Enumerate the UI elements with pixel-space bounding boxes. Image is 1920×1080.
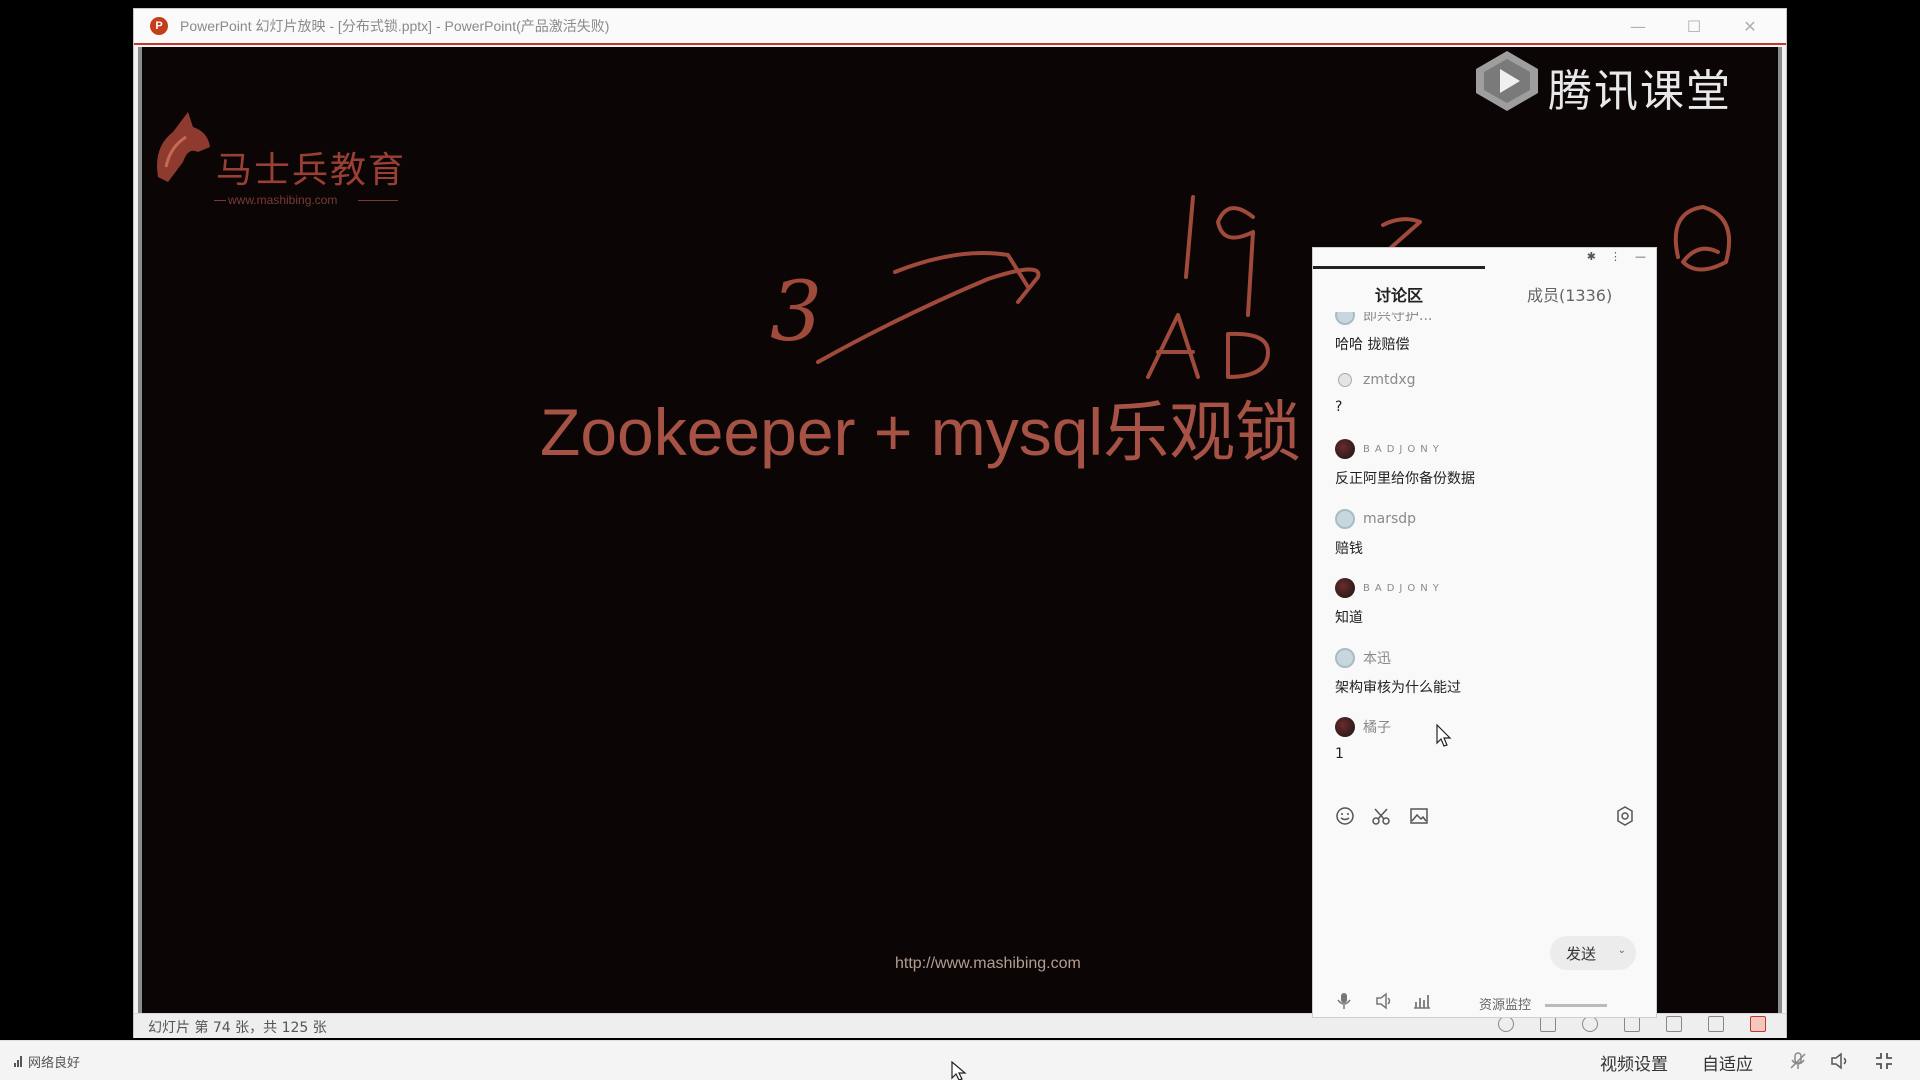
chat-bottom-bar: 资源监控 — [1313, 988, 1656, 1016]
message-text: 赔钱 — [1335, 541, 1363, 557]
previous-slide-icon[interactable] — [1498, 1016, 1514, 1032]
resource-monitor-bar — [1545, 1004, 1607, 1007]
chat-tabs: 讨论区 成员(1336) — [1313, 278, 1656, 308]
chat-input-toolbar — [1335, 806, 1635, 830]
slide-counter: 幻灯片 第 74 张，共 125 张 — [148, 1020, 327, 1036]
slide-sorter-icon[interactable] — [1666, 1016, 1682, 1032]
screen: P PowerPoint 幻灯片放映 - [分布式锁.pptx] - Power… — [0, 0, 1920, 1080]
send-label: 发送 — [1566, 944, 1597, 963]
message-author[interactable]: zmtdxg — [1363, 372, 1416, 388]
chat-topbar-indicator — [1313, 266, 1485, 269]
chat-message: marsdp 赔钱 — [1335, 508, 1635, 558]
message-text: ? — [1335, 399, 1343, 415]
view-controls — [1498, 1016, 1766, 1032]
volume-icon[interactable] — [1830, 1051, 1850, 1071]
message-header: BADJONY — [1335, 577, 1635, 599]
chat-message: BADJONY 知道 — [1335, 577, 1635, 627]
microphone-muted-icon[interactable] — [1788, 1051, 1808, 1071]
avatar[interactable] — [1338, 373, 1352, 387]
next-slide-icon[interactable] — [1582, 1016, 1598, 1032]
message-author[interactable]: 橘子 — [1363, 717, 1391, 737]
window-title: PowerPoint 幻灯片放映 - [分布式锁.pptx] - PowerPo… — [180, 18, 610, 34]
chat-message: 即兴守护... 哈哈 拢赔偿 — [1335, 312, 1635, 354]
speaker-icon[interactable] — [1375, 992, 1393, 1010]
slide-menu-icon[interactable] — [1540, 1016, 1556, 1032]
message-text: 哈哈 拢赔偿 — [1335, 337, 1410, 353]
chat-message: 本迅 架构审核为什么能过 — [1335, 647, 1635, 697]
message-header: 橘子 — [1335, 716, 1635, 738]
video-settings-button[interactable]: 视频设置 — [1600, 1050, 1668, 1075]
ink-arrow-stroke — [816, 267, 1041, 364]
chat-message: 橘子 1 — [1335, 716, 1635, 762]
ink-stroke-at — [1673, 205, 1732, 272]
normal-view-icon[interactable] — [1624, 1016, 1640, 1032]
pin-icon[interactable]: ✱ — [1587, 250, 1596, 263]
message-header: 本迅 — [1335, 647, 1635, 669]
send-button[interactable]: 发送 ⌄ — [1550, 936, 1636, 970]
discussion-panel: ✱ ⋮ — 讨论区 成员(1336) 即兴守护... 哈哈 拢赔偿 zmtdxg — [1312, 247, 1657, 1018]
more-icon[interactable]: ⋮ — [1610, 250, 1621, 263]
chat-message: zmtdxg ? — [1335, 369, 1635, 415]
network-status-text: 网络良好 — [28, 1056, 81, 1071]
signal-icon[interactable] — [1413, 992, 1431, 1010]
message-header: zmtdxg — [1335, 369, 1635, 391]
tab-members[interactable]: 成员(1336) — [1527, 282, 1612, 306]
powerpoint-app-icon: P — [150, 17, 168, 35]
auto-fit-button[interactable]: 自适应 — [1702, 1050, 1753, 1075]
avatar[interactable] — [1335, 717, 1355, 737]
message-author[interactable]: marsdp — [1363, 511, 1416, 527]
message-header: marsdp — [1335, 508, 1635, 530]
chevron-down-icon[interactable]: ⌄ — [1618, 945, 1626, 956]
ink-stroke-d — [1226, 331, 1270, 379]
message-text: 反正阿里给你备份数据 — [1335, 471, 1475, 487]
avatar[interactable] — [1335, 312, 1355, 325]
ink-label-3: 3 — [770, 265, 823, 360]
maximize-button[interactable]: ☐ — [1666, 9, 1722, 43]
avatar[interactable] — [1335, 578, 1355, 598]
minimize-button[interactable]: — — [1610, 9, 1666, 43]
tab-discussion[interactable]: 讨论区 — [1375, 282, 1423, 306]
exit-fullscreen-icon[interactable] — [1874, 1051, 1894, 1071]
message-text: 1 — [1335, 746, 1344, 762]
close-button[interactable]: ✕ — [1722, 9, 1778, 43]
avatar[interactable] — [1335, 648, 1355, 668]
reading-view-icon[interactable] — [1708, 1016, 1724, 1032]
minimize-panel-icon[interactable]: — — [1635, 250, 1646, 263]
message-author[interactable]: BADJONY — [1363, 444, 1444, 455]
classroom-bottom-bar: 网络良好 视频设置 自适应 — [0, 1040, 1920, 1080]
mouse-pointer-icon — [1436, 724, 1452, 747]
microphone-icon[interactable] — [1335, 992, 1353, 1010]
network-signal-icon — [14, 1056, 22, 1067]
avatar[interactable] — [1335, 509, 1355, 529]
chat-panel-topbar[interactable]: ✱ ⋮ — — [1313, 248, 1656, 269]
message-header: 即兴守护... — [1335, 312, 1635, 326]
message-author[interactable]: 本迅 — [1363, 648, 1391, 668]
message-author[interactable]: BADJONY — [1363, 583, 1444, 594]
message-text: 架构审核为什么能过 — [1335, 680, 1461, 696]
network-status: 网络良好 — [14, 1052, 80, 1071]
slide-footer-url: http://www.mashibing.com — [895, 955, 1081, 972]
ink-arrow-head — [893, 251, 1030, 289]
message-list[interactable]: 即兴守护... 哈哈 拢赔偿 zmtdxg ? BADJONY 反正阿里给你备份… — [1313, 312, 1656, 782]
emoji-icon[interactable] — [1335, 806, 1355, 826]
message-author[interactable]: 即兴守护... — [1363, 312, 1432, 325]
resource-monitor-label[interactable]: 资源监控 — [1479, 994, 1531, 1013]
avatar[interactable] — [1335, 439, 1355, 459]
window-titlebar[interactable]: P PowerPoint 幻灯片放映 - [分布式锁.pptx] - Power… — [134, 9, 1786, 45]
mouse-pointer-icon — [951, 1061, 967, 1080]
ink-stroke-a — [1146, 313, 1200, 379]
image-icon[interactable] — [1409, 806, 1429, 826]
ink-stroke-19-one — [1184, 195, 1195, 279]
ink-stroke-19-nine — [1216, 206, 1255, 317]
scissors-icon[interactable] — [1371, 806, 1391, 826]
gear-icon[interactable] — [1615, 806, 1635, 826]
slideshow-view-icon[interactable] — [1750, 1016, 1766, 1032]
message-text: 知道 — [1335, 610, 1363, 626]
chat-panel-controls: ✱ ⋮ — — [1587, 250, 1646, 263]
message-header: BADJONY — [1335, 438, 1635, 460]
window-controls: — ☐ ✕ — [1610, 9, 1778, 43]
chat-message: BADJONY 反正阿里给你备份数据 — [1335, 438, 1635, 488]
